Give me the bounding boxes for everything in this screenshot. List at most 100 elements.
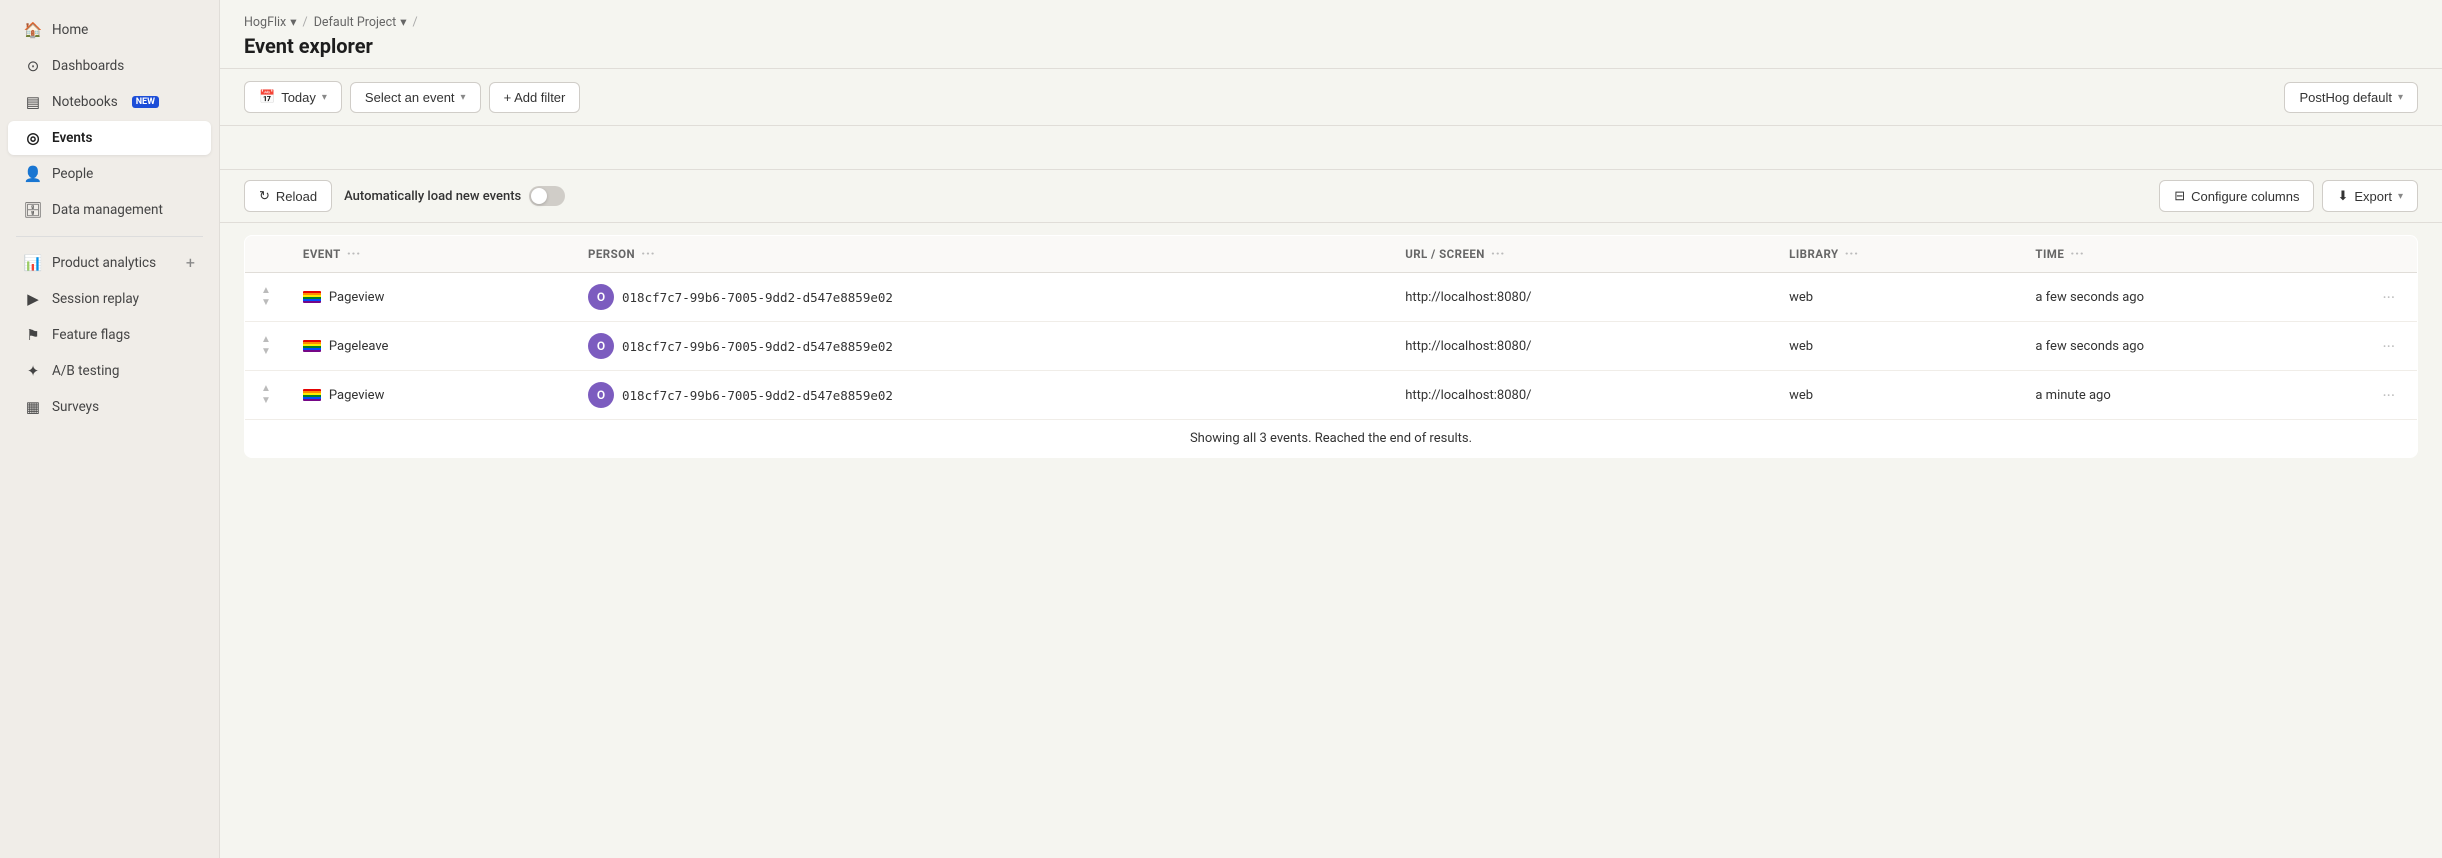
export-label: Export (2354, 189, 2392, 204)
row-url: http://localhost:8080/ (1389, 273, 1773, 322)
reload-icon: ↻ (259, 188, 270, 204)
sidebar-item-events[interactable]: ◎ Events (8, 121, 211, 155)
row-person: O 018cf7c7-99b6-7005-9dd2-d547e8859e02 (572, 273, 1389, 322)
breadcrumb-hogflix-label: HogFlix (244, 15, 286, 30)
col-event-menu[interactable]: ··· (347, 246, 361, 262)
col-url: URL / SCREEN ··· (1389, 236, 1773, 273)
row-menu-button[interactable]: ··· (2376, 384, 2401, 407)
people-icon: 👤 (24, 165, 42, 183)
toolbar: 📅 Today ▾ Select an event ▾ + Add filter… (220, 69, 2442, 126)
row-expander[interactable]: ▲ ▼ (245, 322, 287, 371)
product-analytics-icon: 📊 (24, 254, 42, 272)
row-person: O 018cf7c7-99b6-7005-9dd2-d547e8859e02 (572, 322, 1389, 371)
event-rainbow-icon (303, 291, 321, 303)
sidebar-item-session-replay[interactable]: ▶ Session replay (8, 282, 211, 316)
row-expander-btn[interactable]: ▲ ▼ (261, 286, 271, 308)
add-filter-button[interactable]: + Add filter (489, 82, 581, 113)
table-row[interactable]: ▲ ▼ Pageview O 018cf7c7-99b6-7005-9dd2-d… (245, 273, 2418, 322)
row-expander-btn[interactable]: ▲ ▼ (261, 384, 271, 406)
row-event: Pageview (287, 371, 572, 420)
event-filter-chevron: ▾ (461, 92, 466, 103)
search-input[interactable] (244, 136, 2418, 159)
page-header: HogFlix ▾ / Default Project ▾ / Event ex… (220, 0, 2442, 69)
table-footer-text: Showing all 3 events. Reached the end of… (245, 420, 2418, 458)
data-source-label: PostHog default (2299, 90, 2392, 105)
row-actions[interactable]: ··· (2360, 371, 2417, 420)
table-container: EVENT ··· PERSON ··· URL / SCREEN (220, 223, 2442, 858)
col-time-label: TIME (2035, 247, 2064, 261)
product-analytics-add-icon[interactable]: + (186, 255, 195, 271)
breadcrumb-sep-1: / (303, 15, 308, 30)
table-footer-row: Showing all 3 events. Reached the end of… (245, 420, 2418, 458)
table-row[interactable]: ▲ ▼ Pageview O 018cf7c7-99b6-7005-9dd2-d… (245, 371, 2418, 420)
row-menu-button[interactable]: ··· (2376, 335, 2401, 358)
auto-load-toggle[interactable] (529, 186, 565, 206)
table-row[interactable]: ▲ ▼ Pageleave O 018cf7c7-99b6-7005-9dd2-… (245, 322, 2418, 371)
data-source-chevron: ▾ (2398, 92, 2403, 103)
sidebar-item-label: Dashboards (52, 58, 124, 74)
events-icon: ◎ (24, 129, 42, 147)
row-library: web (1773, 322, 2019, 371)
col-event-label: EVENT (303, 247, 341, 261)
configure-columns-icon: ⊟ (2174, 188, 2185, 204)
date-filter-button[interactable]: 📅 Today ▾ (244, 81, 342, 113)
configure-columns-button[interactable]: ⊟ Configure columns (2159, 180, 2314, 212)
sidebar-item-notebooks[interactable]: ▤ Notebooks NEW (8, 85, 211, 119)
sidebar-item-data-management[interactable]: 🗄 Data management (8, 193, 211, 227)
sidebar-item-label: Product analytics (52, 255, 156, 271)
toggle-knob (531, 188, 547, 204)
sidebar-item-feature-flags[interactable]: ⚑ Feature flags (8, 318, 211, 352)
col-person-menu[interactable]: ··· (641, 246, 655, 262)
row-url: http://localhost:8080/ (1389, 322, 1773, 371)
date-filter-label: Today (281, 90, 316, 105)
dashboards-icon: ⊙ (24, 57, 42, 75)
auto-load-text: Automatically load new events (344, 189, 521, 204)
col-url-menu[interactable]: ··· (1491, 246, 1505, 262)
data-source-button[interactable]: PostHog default ▾ (2284, 82, 2418, 113)
row-expander[interactable]: ▲ ▼ (245, 371, 287, 420)
configure-columns-label: Configure columns (2191, 189, 2299, 204)
event-cell: Pageview (303, 290, 556, 305)
col-actions (2360, 236, 2417, 273)
breadcrumb-hogflix[interactable]: HogFlix ▾ (244, 14, 297, 30)
sidebar-item-label: Notebooks (52, 94, 118, 110)
col-library-menu[interactable]: ··· (1845, 246, 1859, 262)
row-expander[interactable]: ▲ ▼ (245, 273, 287, 322)
auto-load-container: Automatically load new events (344, 186, 565, 206)
sidebar-item-home[interactable]: 🏠 Home (8, 13, 211, 47)
person-id: 018cf7c7-99b6-7005-9dd2-d547e8859e02 (622, 339, 893, 354)
breadcrumb-hogflix-chevron: ▾ (290, 14, 296, 30)
calendar-icon: 📅 (259, 89, 275, 105)
row-event: Pageleave (287, 322, 572, 371)
col-person-label: PERSON (588, 247, 635, 261)
row-menu-button[interactable]: ··· (2376, 286, 2401, 309)
sidebar: 🏠 Home ⊙ Dashboards ▤ Notebooks NEW ◎ Ev… (0, 0, 220, 858)
sidebar-item-surveys[interactable]: ▦ Surveys (8, 390, 211, 424)
row-actions[interactable]: ··· (2360, 322, 2417, 371)
breadcrumb-default-project[interactable]: Default Project ▾ (314, 14, 407, 30)
table-footer: Showing all 3 events. Reached the end of… (245, 420, 2418, 458)
chevron-down-icon: ▼ (261, 298, 271, 308)
row-expander-btn[interactable]: ▲ ▼ (261, 335, 271, 357)
export-button[interactable]: ⬇ Export ▾ (2322, 180, 2418, 212)
sidebar-item-label: Home (52, 22, 88, 38)
page-title: Event explorer (244, 34, 2418, 58)
breadcrumb-sep-2: / (412, 15, 417, 30)
sidebar-item-product-analytics[interactable]: 📊 Product analytics + (8, 246, 211, 280)
sidebar-item-dashboards[interactable]: ⊙ Dashboards (8, 49, 211, 83)
sidebar-item-label: Surveys (52, 399, 99, 415)
event-filter-button[interactable]: Select an event ▾ (350, 82, 481, 113)
sidebar-item-ab-testing[interactable]: ✦ A/B testing (8, 354, 211, 388)
event-cell: Pageview (303, 388, 556, 403)
action-bar-right: ⊟ Configure columns ⬇ Export ▾ (2159, 180, 2418, 212)
col-url-label: URL / SCREEN (1405, 247, 1485, 261)
col-library-label: LIBRARY (1789, 247, 1838, 261)
sidebar-item-people[interactable]: 👤 People (8, 157, 211, 191)
breadcrumb-project-label: Default Project (314, 15, 396, 30)
breadcrumb-project-chevron: ▾ (400, 14, 406, 30)
event-rainbow-icon (303, 340, 321, 352)
reload-button[interactable]: ↻ Reload (244, 180, 332, 212)
row-actions[interactable]: ··· (2360, 273, 2417, 322)
row-time: a minute ago (2019, 371, 2360, 420)
col-time-menu[interactable]: ··· (2070, 246, 2084, 262)
